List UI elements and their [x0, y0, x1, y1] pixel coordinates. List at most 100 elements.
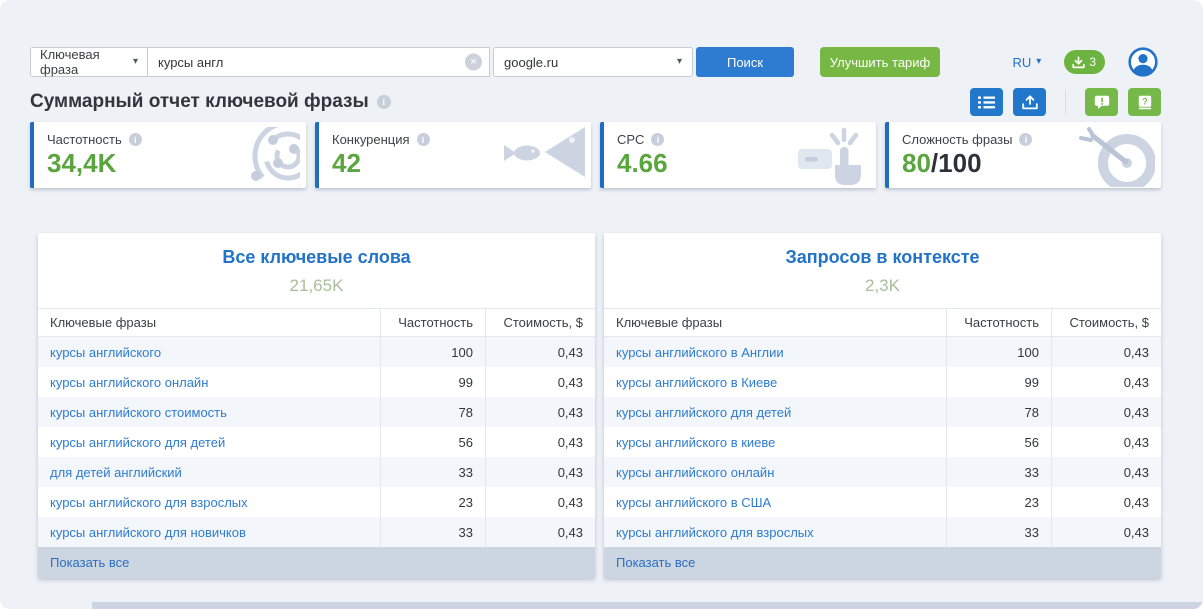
keyword-input-wrap: ✕ [148, 47, 490, 77]
info-icon[interactable]: i [129, 133, 142, 146]
keyword-link[interactable]: курсы английского для взрослых [50, 495, 248, 510]
column-header-phrase: Ключевые фразы [604, 309, 946, 336]
cost-value: 0,43 [1051, 367, 1161, 397]
help-book-icon: ? [1138, 95, 1152, 110]
cost-value: 0,43 [485, 337, 595, 367]
panel-title[interactable]: Все ключевые слова [38, 247, 595, 268]
table-row: курсы английского в киеве 56 0,43 [604, 427, 1161, 457]
downloads-button[interactable]: 3 [1064, 50, 1105, 74]
columns-settings-button[interactable] [970, 88, 1003, 116]
frequency-value: 100 [380, 337, 485, 367]
cost-value: 0,43 [1051, 337, 1161, 367]
show-all-link[interactable]: Показать все [50, 555, 129, 570]
table-row: курсы английского 100 0,43 [38, 337, 595, 367]
avatar[interactable] [1128, 47, 1158, 77]
show-all-link[interactable]: Показать все [616, 555, 695, 570]
cost-value: 0,43 [1051, 457, 1161, 487]
downloads-count-badge: 3 [1089, 55, 1096, 69]
table-header: Ключевые фразы Частотность Стоимость, $ [38, 308, 595, 337]
column-header-phrase: Ключевые фразы [38, 309, 380, 336]
table-row: для детей английский 33 0,43 [38, 457, 595, 487]
table-footer: Показать все [38, 547, 595, 578]
panel-title[interactable]: Запросов в контексте [604, 247, 1161, 268]
language-label: RU [1013, 55, 1032, 70]
keyword-tables: Все ключевые слова 21,65K Ключевые фразы… [38, 233, 1161, 578]
table-row: курсы английского в Англии 100 0,43 [604, 337, 1161, 367]
panel-total: 21,65K [38, 276, 595, 296]
frequency-value: 56 [380, 427, 485, 457]
clear-input-icon[interactable]: ✕ [465, 54, 482, 71]
keyword-link[interactable]: курсы английского в киеве [616, 435, 775, 450]
export-button[interactable] [1013, 88, 1046, 116]
frequency-value: 99 [380, 367, 485, 397]
column-header-frequency: Частотность [380, 309, 485, 336]
table-header: Ключевые фразы Частотность Стоимость, $ [604, 308, 1161, 337]
frequency-value: 33 [380, 517, 485, 547]
table-row: курсы английского в США 23 0,43 [604, 487, 1161, 517]
info-icon[interactable]: i [651, 133, 664, 146]
column-header-cost: Стоимость, $ [1051, 309, 1161, 336]
cost-value: 0,43 [1051, 487, 1161, 517]
keyword-link[interactable]: курсы английского для детей [50, 435, 225, 450]
keyword-link[interactable]: курсы английского [50, 345, 161, 360]
all-keywords-panel: Все ключевые слова 21,65K Ключевые фразы… [38, 233, 595, 578]
search-button[interactable]: Поиск [696, 47, 794, 77]
keyword-link[interactable]: курсы английского стоимость [50, 405, 227, 420]
language-selector[interactable]: RU ▾ [1013, 55, 1042, 70]
chevron-down-icon: ▾ [133, 57, 138, 67]
keyword-link[interactable]: курсы английского для детей [616, 405, 791, 420]
info-icon[interactable]: i [377, 95, 391, 109]
export-icon [1022, 95, 1038, 110]
keyword-link[interactable]: курсы английского онлайн [50, 375, 208, 390]
search-engine-select[interactable]: google.ru ▾ [493, 47, 693, 77]
table-row: курсы английского стоимость 78 0,43 [38, 397, 595, 427]
cost-value: 0,43 [485, 367, 595, 397]
frequency-value: 78 [380, 397, 485, 427]
list-icon [978, 96, 995, 109]
frequency-value: 23 [946, 487, 1051, 517]
column-header-frequency: Частотность [946, 309, 1051, 336]
title-row: Суммарный отчет ключевой фразы i [30, 87, 1161, 117]
keyword-input[interactable] [148, 48, 489, 76]
keyword-link[interactable]: для детей английский [50, 465, 182, 480]
keyword-link[interactable]: курсы английского в США [616, 495, 771, 510]
table-row: курсы английского для детей 78 0,43 [604, 397, 1161, 427]
keyword-link[interactable]: курсы английского для новичков [50, 525, 246, 540]
report-page: Ключевая фраза ▾ ✕ google.ru ▾ Поиск Улу… [0, 0, 1203, 609]
metric-value: 34,4K [47, 150, 306, 176]
frequency-value: 100 [946, 337, 1051, 367]
keyword-type-dropdown[interactable]: Ключевая фраза ▾ [30, 47, 148, 77]
search-bar: Ключевая фраза ▾ ✕ google.ru ▾ Поиск Улу… [30, 47, 1158, 77]
metric-card-frequency: Частотность i 34,4K [30, 122, 306, 188]
metric-value: 4.66 [617, 150, 876, 176]
metric-card-difficulty: Сложность фразы i 80/100 [885, 122, 1161, 188]
metric-cards: Частотность i 34,4K Конкурен [30, 122, 1161, 188]
info-icon[interactable]: i [417, 133, 430, 146]
download-icon [1072, 56, 1085, 69]
table-row: курсы английского онлайн 33 0,43 [604, 457, 1161, 487]
cost-value: 0,43 [485, 397, 595, 427]
keyword-link[interactable]: курсы английского в Киеве [616, 375, 777, 390]
metric-card-cpc: CPC i 4.66 [600, 122, 876, 188]
bottom-edge-strip [92, 602, 1203, 609]
cost-value: 0,43 [1051, 427, 1161, 457]
table-body: курсы английского в Англии 100 0,43 курс… [604, 337, 1161, 547]
frequency-value: 33 [380, 457, 485, 487]
keyword-link[interactable]: курсы английского в Англии [616, 345, 784, 360]
table-row: курсы английского для взрослых 23 0,43 [38, 487, 595, 517]
help-button[interactable]: ? [1128, 88, 1161, 116]
table-row: курсы английского в Киеве 99 0,43 [604, 367, 1161, 397]
search-engine-value: google.ru [504, 55, 558, 70]
frequency-value: 33 [946, 457, 1051, 487]
keyword-link[interactable]: курсы английского для взрослых [616, 525, 814, 540]
frequency-value: 56 [946, 427, 1051, 457]
table-row: курсы английского для детей 56 0,43 [38, 427, 595, 457]
divider [1065, 89, 1066, 115]
title-actions: ? [970, 88, 1161, 116]
keyword-link[interactable]: курсы английского онлайн [616, 465, 774, 480]
upgrade-plan-button[interactable]: Улучшить тариф [820, 47, 940, 77]
info-icon[interactable]: i [1019, 133, 1032, 146]
feedback-button[interactable] [1085, 88, 1118, 116]
page-title: Суммарный отчет ключевой фразы i [30, 91, 391, 113]
chevron-down-icon: ▾ [677, 57, 682, 67]
